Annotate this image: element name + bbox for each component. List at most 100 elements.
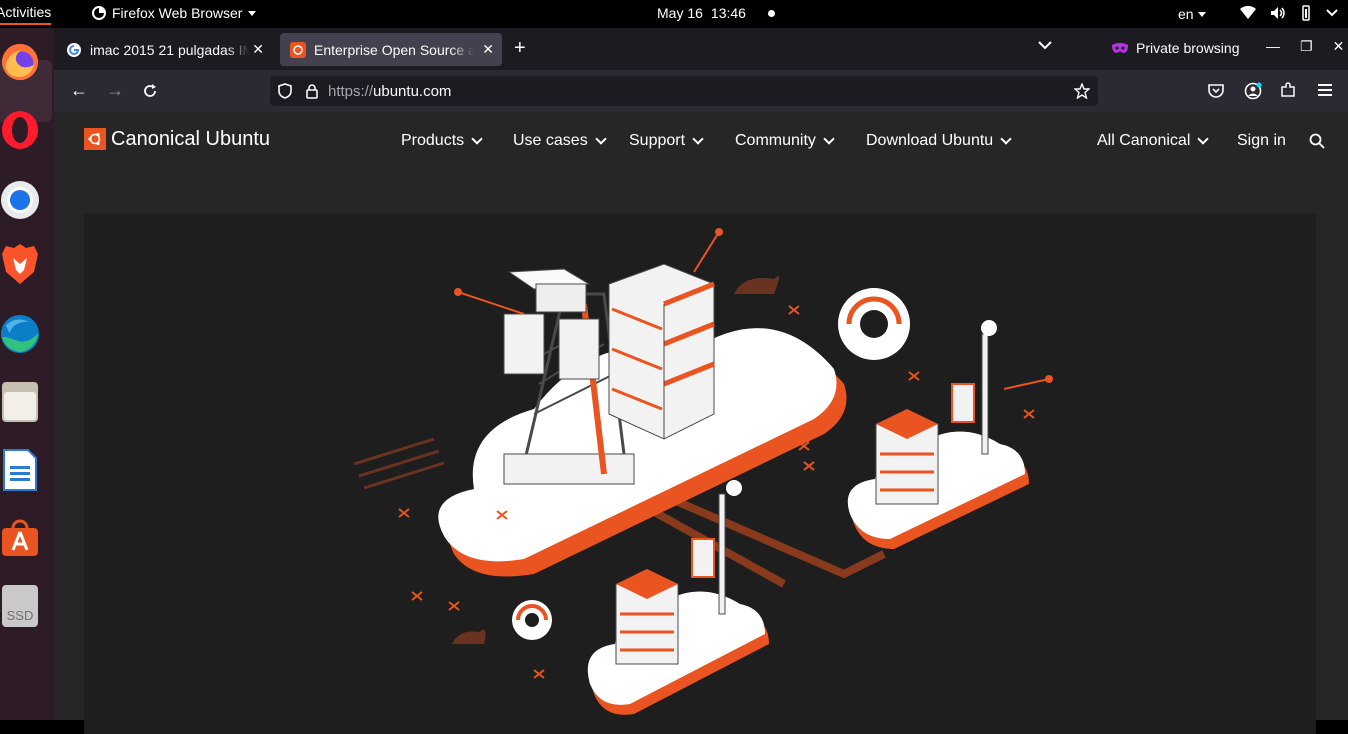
gnome-top-bar: Activities Firefox Web Browser May 16 13… xyxy=(0,0,1348,28)
bookmark-star-icon[interactable] xyxy=(1074,83,1090,99)
tab-title: Enterprise Open Source and Linux xyxy=(314,41,474,58)
sign-in-link[interactable]: Sign in xyxy=(1237,132,1286,150)
reload-icon[interactable] xyxy=(142,83,158,99)
activities-button[interactable]: Activities xyxy=(0,4,52,25)
site-logo-text[interactable]: Canonical Ubuntu xyxy=(111,128,270,151)
language-label: en xyxy=(1178,6,1194,22)
firefox-symbolic-icon xyxy=(92,6,106,20)
chevron-down-icon xyxy=(1326,9,1338,17)
files-icon xyxy=(2,382,38,422)
window-controls: — ❐ ✕ xyxy=(1266,38,1344,55)
chevron-down-icon xyxy=(1000,132,1012,145)
search-icon[interactable] xyxy=(1309,133,1325,149)
tab-ubuntu[interactable]: Enterprise Open Source and Linux ✕ xyxy=(280,33,502,66)
site-navigation: Canonical Ubuntu Products Use cases Supp… xyxy=(54,112,1348,168)
nav-community[interactable]: Community xyxy=(735,132,835,150)
nav-label: Use cases xyxy=(513,132,588,149)
dock-firefox[interactable] xyxy=(0,40,40,84)
tab-google[interactable]: imac 2015 21 pulgadas IMac ✕ xyxy=(56,33,272,66)
list-all-tabs-icon[interactable] xyxy=(1038,40,1052,50)
tab-bar: imac 2015 21 pulgadas IMac ✕ Enterprise … xyxy=(54,28,1348,70)
chevron-down-icon xyxy=(595,132,607,145)
chevron-down-icon xyxy=(471,132,483,145)
web-page: Canonical Ubuntu Products Use cases Supp… xyxy=(54,112,1348,734)
dock-edge[interactable] xyxy=(0,312,40,356)
battery-icon xyxy=(1302,5,1310,21)
nav-support[interactable]: Support xyxy=(629,132,704,150)
nav-all-canonical[interactable]: All Canonical xyxy=(1097,132,1210,150)
nav-label: Community xyxy=(735,132,816,149)
ubuntu-logo-icon[interactable] xyxy=(84,128,106,150)
ssd-drive-icon: SSD xyxy=(2,585,38,627)
firefox-icon xyxy=(1,43,39,81)
private-browsing-indicator: Private browsing xyxy=(1112,40,1240,56)
dock-ssd-drive[interactable]: SSD xyxy=(0,584,40,628)
clock-date: May 16 xyxy=(657,5,703,21)
minimize-icon[interactable]: — xyxy=(1266,38,1280,55)
private-browsing-mask-icon xyxy=(1112,43,1128,53)
nav-use-cases[interactable]: Use cases xyxy=(513,132,607,150)
ssd-drive-label: SSD xyxy=(6,608,34,623)
nav-download-ubuntu[interactable]: Download Ubuntu xyxy=(866,132,1012,150)
chevron-down-icon xyxy=(692,132,704,145)
server-rack-main xyxy=(608,263,715,440)
small-gear-icon xyxy=(512,600,552,640)
dock-files[interactable] xyxy=(0,380,40,424)
ubuntu-favicon-icon xyxy=(290,41,306,58)
chevron-down-icon xyxy=(823,132,835,145)
new-tab-button[interactable]: + xyxy=(514,37,526,60)
forward-button[interactable]: → xyxy=(106,80,124,101)
dock-chrome[interactable] xyxy=(0,178,40,222)
nav-label: Download Ubuntu xyxy=(866,132,994,149)
url-scheme: https:// xyxy=(328,82,374,100)
wifi-icon xyxy=(1240,6,1256,19)
nav-label: Support xyxy=(629,132,686,149)
language-selector[interactable]: en xyxy=(1178,6,1206,22)
hamburger-menu-icon[interactable] xyxy=(1318,84,1332,96)
close-tab-icon[interactable]: ✕ xyxy=(252,41,264,58)
hero-section xyxy=(84,214,1316,734)
dock-writer[interactable] xyxy=(0,448,40,492)
dock-opera[interactable] xyxy=(0,108,40,152)
account-icon[interactable] xyxy=(1244,82,1262,100)
firefox-window: imac 2015 21 pulgadas IMac ✕ Enterprise … xyxy=(54,28,1348,734)
chevron-down-icon xyxy=(1197,11,1206,17)
tracking-protection-shield-icon[interactable] xyxy=(278,83,292,99)
close-window-icon[interactable]: ✕ xyxy=(1333,38,1345,55)
chevron-down-icon xyxy=(248,10,257,16)
dock-brave[interactable] xyxy=(0,242,40,286)
app-center-icon xyxy=(2,519,38,556)
extensions-icon[interactable] xyxy=(1280,82,1296,98)
writer-icon xyxy=(3,449,37,491)
pocket-icon[interactable] xyxy=(1208,82,1224,98)
chrome-icon xyxy=(1,181,39,219)
google-favicon-icon xyxy=(67,42,81,57)
url-host: ubuntu.com xyxy=(373,82,452,100)
lock-icon[interactable] xyxy=(306,83,318,99)
nav-products[interactable]: Products xyxy=(401,132,483,150)
opera-icon xyxy=(2,111,38,149)
edge-cloud-illustration xyxy=(353,228,1053,715)
system-menu[interactable] xyxy=(1240,5,1338,21)
back-button[interactable]: ← xyxy=(70,80,88,101)
navigation-toolbar: ← → https://ubuntu.com xyxy=(54,70,1348,112)
tab-title: imac 2015 21 pulgadas IMac xyxy=(90,41,250,58)
brave-icon xyxy=(2,244,38,284)
notification-dot-icon xyxy=(767,9,775,17)
clock[interactable]: May 16 13:46 xyxy=(657,5,775,21)
edge-icon xyxy=(0,314,40,354)
gear-icon xyxy=(838,288,910,360)
app-menu[interactable]: Firefox Web Browser xyxy=(92,5,257,21)
private-browsing-label: Private browsing xyxy=(1136,40,1240,56)
app-menu-label: Firefox Web Browser xyxy=(112,5,243,21)
close-tab-icon[interactable]: ✕ xyxy=(482,41,494,58)
ubuntu-dock: SSD xyxy=(0,28,54,720)
chevron-down-icon xyxy=(1197,132,1210,145)
clock-time: 13:46 xyxy=(710,5,746,21)
dock-app-center[interactable] xyxy=(0,516,40,560)
volume-icon xyxy=(1271,7,1285,19)
url-text[interactable]: https://ubuntu.com xyxy=(328,83,451,100)
restore-icon[interactable]: ❐ xyxy=(1300,38,1313,55)
nav-label: Products xyxy=(401,132,465,149)
url-bar[interactable]: https://ubuntu.com xyxy=(270,76,1098,106)
